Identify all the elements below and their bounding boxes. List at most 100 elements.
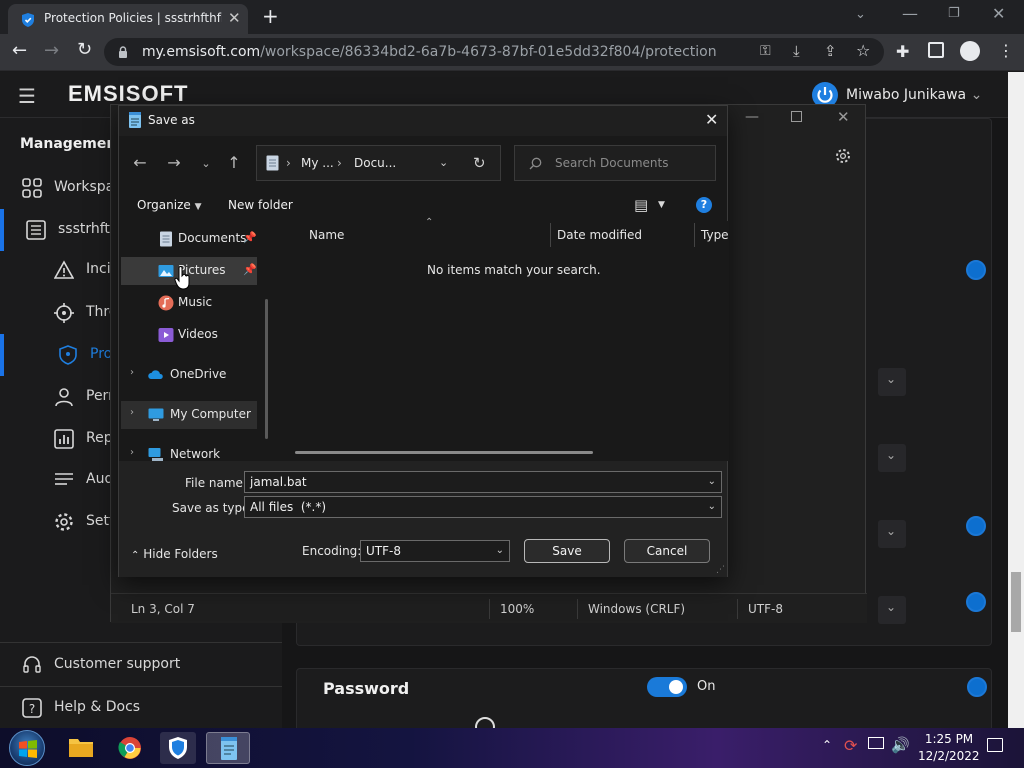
share-icon[interactable]: ⇪ [824,42,837,60]
dialog-close-icon[interactable]: ✕ [705,110,718,129]
password-toggle[interactable] [647,677,687,697]
help-circle-icon[interactable]: ? [696,197,712,213]
expand-chevron-icon[interactable]: ⌄ [878,368,906,396]
tree-item-videos[interactable]: Videos [119,321,272,349]
encoding-value: UTF-8 [366,544,401,558]
collapse-chevron-icon: ⌃ [131,550,140,561]
save-as-type-select[interactable]: All files (*.*) ⌄ [244,496,722,518]
restore-icon[interactable]: ❐ [948,6,960,21]
computer-icon [148,408,164,421]
new-folder-button[interactable]: New folder [228,198,293,212]
breadcrumb-segment[interactable]: My ... [301,156,334,170]
sync-status-icon [967,677,987,697]
sync-alert-icon[interactable]: ⟳ [844,736,857,755]
volume-icon[interactable]: 🔊 [891,736,910,754]
search-icon [529,157,542,170]
user-menu-chevron-icon: ⌄ [966,87,983,103]
encoding-select[interactable]: UTF-8 ⌄ [360,540,510,562]
sidebar-item-help-docs[interactable]: ? Help & Docs [0,687,282,729]
expand-chevron-icon[interactable]: ⌄ [878,520,906,548]
nav-forward-arrow-icon[interactable]: → [163,152,185,174]
notepad-settings-gear-icon[interactable] [835,148,851,164]
nav-up-arrow-icon[interactable]: ↑ [223,152,245,174]
organize-label: Organize [137,198,191,212]
minimize-icon[interactable]: — [902,4,918,23]
page-scrollbar[interactable] [1008,72,1024,728]
tab-close-icon[interactable]: ✕ [228,9,241,27]
url-path: /workspace/86334bd2-6a7b-4673-87bf-01e5d… [260,44,717,60]
view-dropdown-icon[interactable]: ▼ [658,200,665,210]
notifications-icon[interactable] [987,738,1003,752]
expand-chevron-icon[interactable]: ⌄ [878,596,906,624]
cancel-button[interactable]: Cancel [624,539,710,563]
column-header-type[interactable]: Type [701,228,729,242]
tree-scrollbar[interactable] [265,299,268,439]
tree-item-my-computer[interactable]: › My Computer [121,401,257,429]
install-icon[interactable]: ⤓ [793,42,800,60]
pin-icon[interactable]: 📌 [243,231,257,244]
close-window-icon[interactable]: ✕ [992,4,1005,23]
file-name-input[interactable]: jamal.bat ⌄ [244,471,722,493]
expand-chevron-icon[interactable]: › [130,407,134,418]
more-menu-icon[interactable]: ⋮ [998,41,1014,60]
crosshair-icon [54,303,74,323]
forward-arrow-icon[interactable]: → [44,40,59,61]
show-hidden-icons-chevron-icon[interactable]: ⌃ [822,738,832,752]
notepad-maximize-icon[interactable] [791,111,802,122]
extensions-icon[interactable]: ✚ [896,42,909,61]
clock-date[interactable]: 12/2/2022 [918,749,980,763]
recent-locations-chevron-icon[interactable]: ⌄ [195,153,217,175]
tree-item-documents[interactable]: Documents 📌 [119,225,272,253]
tree-item-onedrive[interactable]: › OneDrive [119,361,272,389]
taskbar-notepad[interactable] [206,732,250,764]
nav-back-arrow-icon[interactable]: ← [129,152,151,174]
taskbar-file-explorer[interactable] [63,732,99,764]
breadcrumb-segment[interactable]: Docu... [354,156,396,170]
search-box[interactable]: Search Documents [514,145,716,181]
notepad-close-icon[interactable]: ✕ [837,108,850,126]
encoding-dropdown-icon[interactable]: ⌄ [496,541,504,561]
reload-icon[interactable]: ↻ [77,39,92,60]
expand-chevron-icon[interactable]: › [130,447,134,458]
report-icon [54,429,74,449]
tree-item-music[interactable]: Music [119,289,272,317]
key-icon[interactable]: ⚿ [760,43,771,59]
resize-grip-icon[interactable]: ⋰ [716,565,725,575]
pin-icon[interactable]: 📌 [243,263,257,276]
save-button[interactable]: Save [524,539,610,563]
view-options-icon[interactable]: ▤ [634,196,648,214]
bookmark-star-icon[interactable]: ☆ [856,41,870,60]
new-tab-icon[interactable]: + [262,4,279,28]
save-as-dialog: Save as ✕ ← → ⌄ ↑ › My ... › Docu... ⌄ ↻… [118,105,729,577]
chrome-icon [118,737,141,759]
taskbar-chrome[interactable] [112,732,148,764]
taskbar-emsisoft[interactable] [160,732,196,764]
tree-item-network[interactable]: › Network [119,441,272,461]
side-panel-icon[interactable] [928,42,944,58]
back-arrow-icon[interactable]: ← [12,40,27,61]
notepad-minimize-icon[interactable]: — [745,109,759,125]
hide-folders-button[interactable]: ⌃ Hide Folders [131,547,218,561]
expand-chevron-icon[interactable]: › [130,367,134,378]
organize-menu-button[interactable]: Organize ▼ [137,198,202,212]
address-breadcrumb-bar[interactable]: › My ... › Docu... ⌄ ↻ [256,145,501,181]
sidebar-item-customer-support[interactable]: Customer support [0,644,282,686]
clock-time[interactable]: 1:25 PM [922,732,976,746]
browser-tab[interactable]: Protection Policies | ssstrhfthfh | E ✕ [8,4,248,34]
address-bar[interactable]: my.emsisoft.com/workspace/86334bd2-6a7b-… [104,38,884,66]
save-as-type-dropdown-icon[interactable]: ⌄ [708,497,716,517]
breadcrumb-dropdown-icon[interactable]: ⌄ [439,156,448,169]
expand-chevron-icon[interactable]: ⌄ [878,444,906,472]
tab-search-icon[interactable]: ⌄ [855,7,866,22]
profile-avatar-icon[interactable] [960,41,980,61]
column-header-date-modified[interactable]: Date modified [557,228,642,242]
page-scrollbar-thumb[interactable] [1011,572,1021,632]
action-center-flag-icon[interactable] [868,737,884,749]
refresh-icon[interactable]: ↻ [473,154,486,172]
horizontal-scrollbar[interactable] [295,451,593,454]
start-button[interactable] [9,730,45,766]
file-name-dropdown-icon[interactable]: ⌄ [708,472,716,492]
sort-ascending-icon: ⌃ [425,217,434,228]
column-header-name[interactable]: Name [309,228,344,242]
hamburger-menu-icon[interactable]: ☰ [18,84,36,108]
